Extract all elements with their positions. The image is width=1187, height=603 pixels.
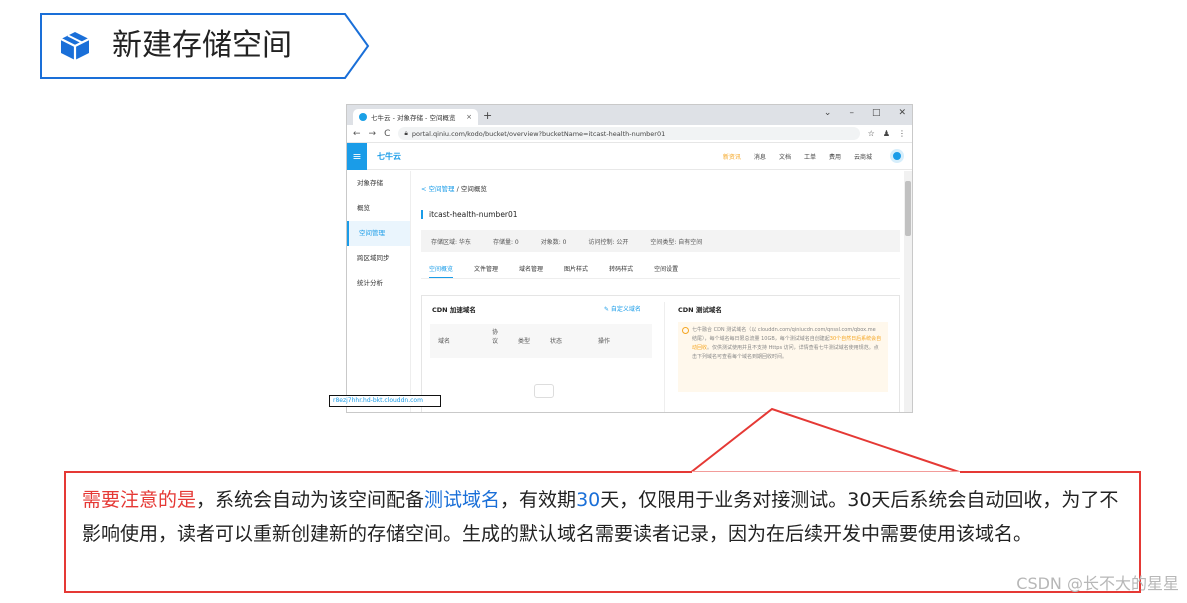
watermark: CSDN @长不大的星星 xyxy=(1016,574,1179,593)
callout-pointer-cover xyxy=(692,471,960,475)
page: 新建存储空间 七牛云 - 对象存储 - 空间概览 × + ⌄ – □ ✕ ← →… xyxy=(0,0,1187,603)
